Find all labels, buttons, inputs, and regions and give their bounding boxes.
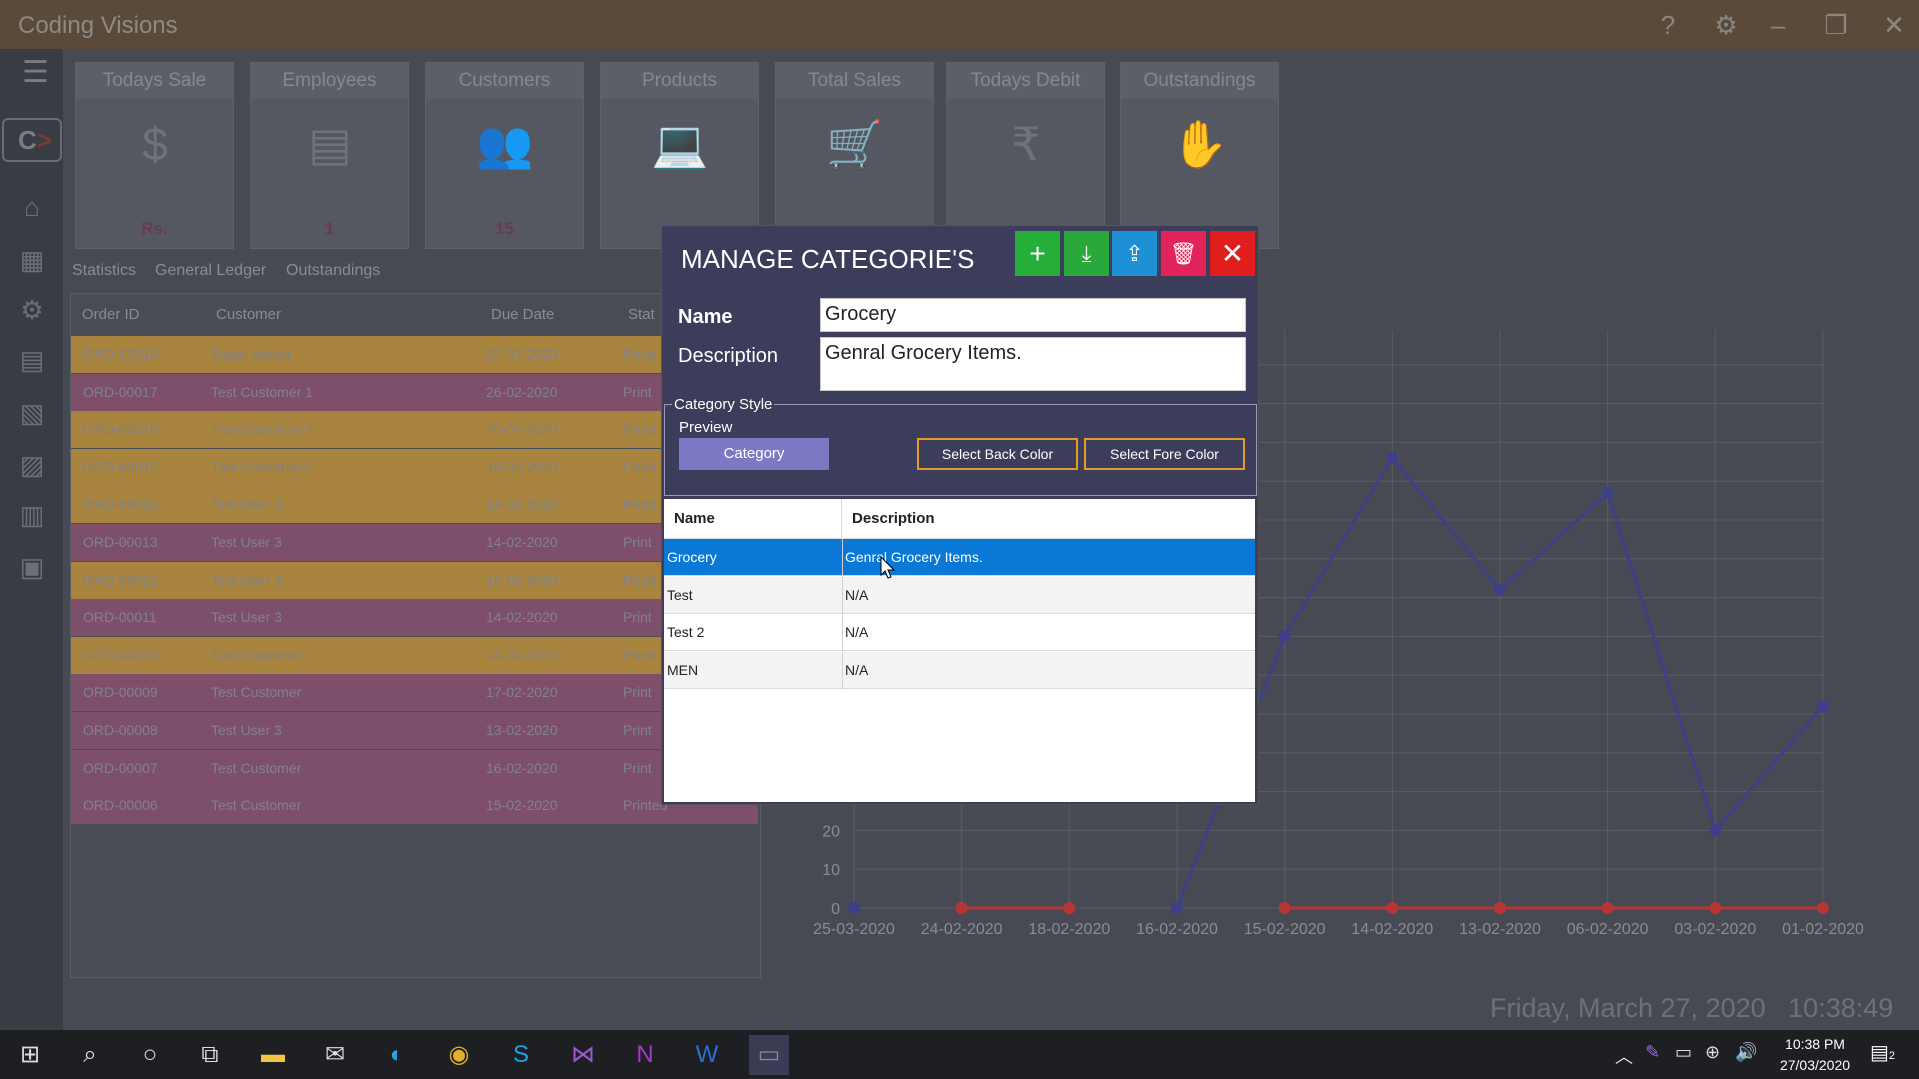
category-row[interactable]: Grocery Genral Grocery Items. [664,539,1255,576]
export-button[interactable]: ⇪ [1112,231,1157,276]
search-icon[interactable]: ⌕ [70,1035,110,1075]
delete-button[interactable]: 🗑 [1161,231,1206,276]
x-tick-label: 06-02-2020 [1567,921,1649,938]
categories-grid: Name Description Grocery Genral Grocery I… [664,499,1255,802]
preview-label: Preview [679,419,733,436]
series-point [1601,486,1614,499]
category-name-cell: Grocery [667,549,717,565]
series-point [955,902,968,914]
category-description-cell: N/A [845,661,869,678]
clock-date[interactable]: 27/03/2020 [1770,1057,1860,1073]
series-point [1494,583,1506,596]
series-point [1817,902,1829,914]
export-icon: ⇪ [1125,241,1144,266]
select-back-color-button[interactable]: Select Back Color [917,438,1078,470]
footer-date: Friday, March 27, 2020 [1490,993,1766,1023]
x-tick-label: 18-02-2020 [1028,921,1110,938]
skype-icon[interactable]: S [501,1035,541,1075]
task-view-icon[interactable]: ⧉ [190,1035,230,1075]
footer-time: 10:38:49 [1788,993,1894,1023]
category-row[interactable]: Test N/A [664,576,1255,614]
battery-icon[interactable]: ▭ [1675,1042,1692,1063]
grid-header-description[interactable]: Description [842,499,1255,539]
y-tick-label: 20 [822,823,840,840]
chrome-icon[interactable]: ◉ [439,1035,479,1075]
x-tick-label: 15-02-2020 [1244,921,1326,938]
series-point [1278,630,1291,643]
notification-icon[interactable]: ▤2 [1870,1040,1895,1065]
category-name-cell: Test 2 [667,624,705,640]
series-point [1601,902,1614,914]
app-icon[interactable]: ▭ [749,1035,789,1075]
x-tick-label: 14-02-2020 [1351,921,1433,938]
y-tick-label: 10 [822,862,840,879]
category-name-cell: Test [667,586,693,603]
mail-icon[interactable]: ✉ [315,1035,355,1075]
windows-start-icon[interactable]: ⊞ [10,1035,50,1075]
name-input[interactable]: Grocery [820,298,1246,332]
category-row[interactable]: MEN N/A [664,651,1255,689]
series-point [1494,902,1506,914]
cortana-icon[interactable]: ○ [130,1035,170,1075]
series-point [1386,451,1399,464]
cell-separator [842,539,843,576]
close-icon: ✕ [1220,238,1245,269]
file-explorer-icon[interactable]: ▬ [253,1035,293,1075]
select-fore-color-button[interactable]: Select Fore Color [1084,438,1245,470]
y-tick-label: 0 [831,901,840,918]
series-point [1063,902,1076,914]
mouse-cursor-icon [880,556,896,579]
save-icon: ⤓ [1081,241,1092,266]
category-description-cell: N/A [845,624,869,640]
pen-icon[interactable]: ✎ [1645,1042,1660,1063]
onenote-icon[interactable]: N [625,1035,665,1075]
dialog-title: MANAGE CATEGORIE'S [681,244,975,274]
cell-separator [842,614,843,651]
edge-icon[interactable]: ◐ [377,1035,417,1075]
grid-header-name[interactable]: Name [664,499,842,539]
series-point [1709,824,1722,837]
category-description-cell: N/A [845,586,869,603]
cell-separator [842,651,843,689]
x-tick-label: 01-02-2020 [1782,921,1864,938]
chevron-up-icon[interactable]: ︿ [1615,1043,1633,1069]
network-icon[interactable]: ⊕ [1705,1042,1720,1063]
series-point [1709,902,1722,914]
add-icon: + [1029,238,1046,269]
description-input[interactable]: Genral Grocery Items. [820,337,1246,391]
close-button[interactable]: ✕ [1210,231,1255,276]
delete-icon: 🗑 [1169,241,1198,266]
visual-studio-icon[interactable]: ⋈ [563,1035,603,1075]
save-button[interactable]: ⤓ [1064,231,1109,276]
x-tick-label: 24-02-2020 [921,921,1003,938]
series-point [1817,700,1829,713]
series-point [848,902,860,914]
category-row[interactable]: Test 2 N/A [664,614,1255,651]
x-tick-label: 25-03-2020 [813,921,895,938]
category-description-cell: Genral Grocery Items. [845,549,983,565]
manage-categories-dialog: MANAGE CATEGORIE'S + ⤓ ⇪ 🗑 ✕ Name Grocer… [661,225,1259,805]
description-label: Description [678,345,779,367]
category-name-cell: MEN [667,661,699,678]
series-point [1386,902,1399,914]
x-tick-label: 16-02-2020 [1136,921,1218,938]
volume-icon[interactable]: 🔊 [1735,1042,1757,1063]
add-button[interactable]: + [1015,231,1060,276]
category-preview-chip: Category [679,438,829,470]
word-icon[interactable]: W [687,1035,727,1075]
name-label: Name [678,306,733,328]
series-point [1171,902,1183,914]
footer-datetime: Friday, March 27, 2020 10:38:49 [1490,993,1893,1024]
cell-separator [842,576,843,614]
x-tick-label: 13-02-2020 [1459,921,1541,938]
category-style-legend: Category Style [672,396,775,413]
series-point [1278,902,1291,914]
notification-count: 2 [1888,1050,1896,1062]
clock-time[interactable]: 10:38 PM [1770,1036,1860,1052]
x-tick-label: 03-02-2020 [1674,921,1756,938]
